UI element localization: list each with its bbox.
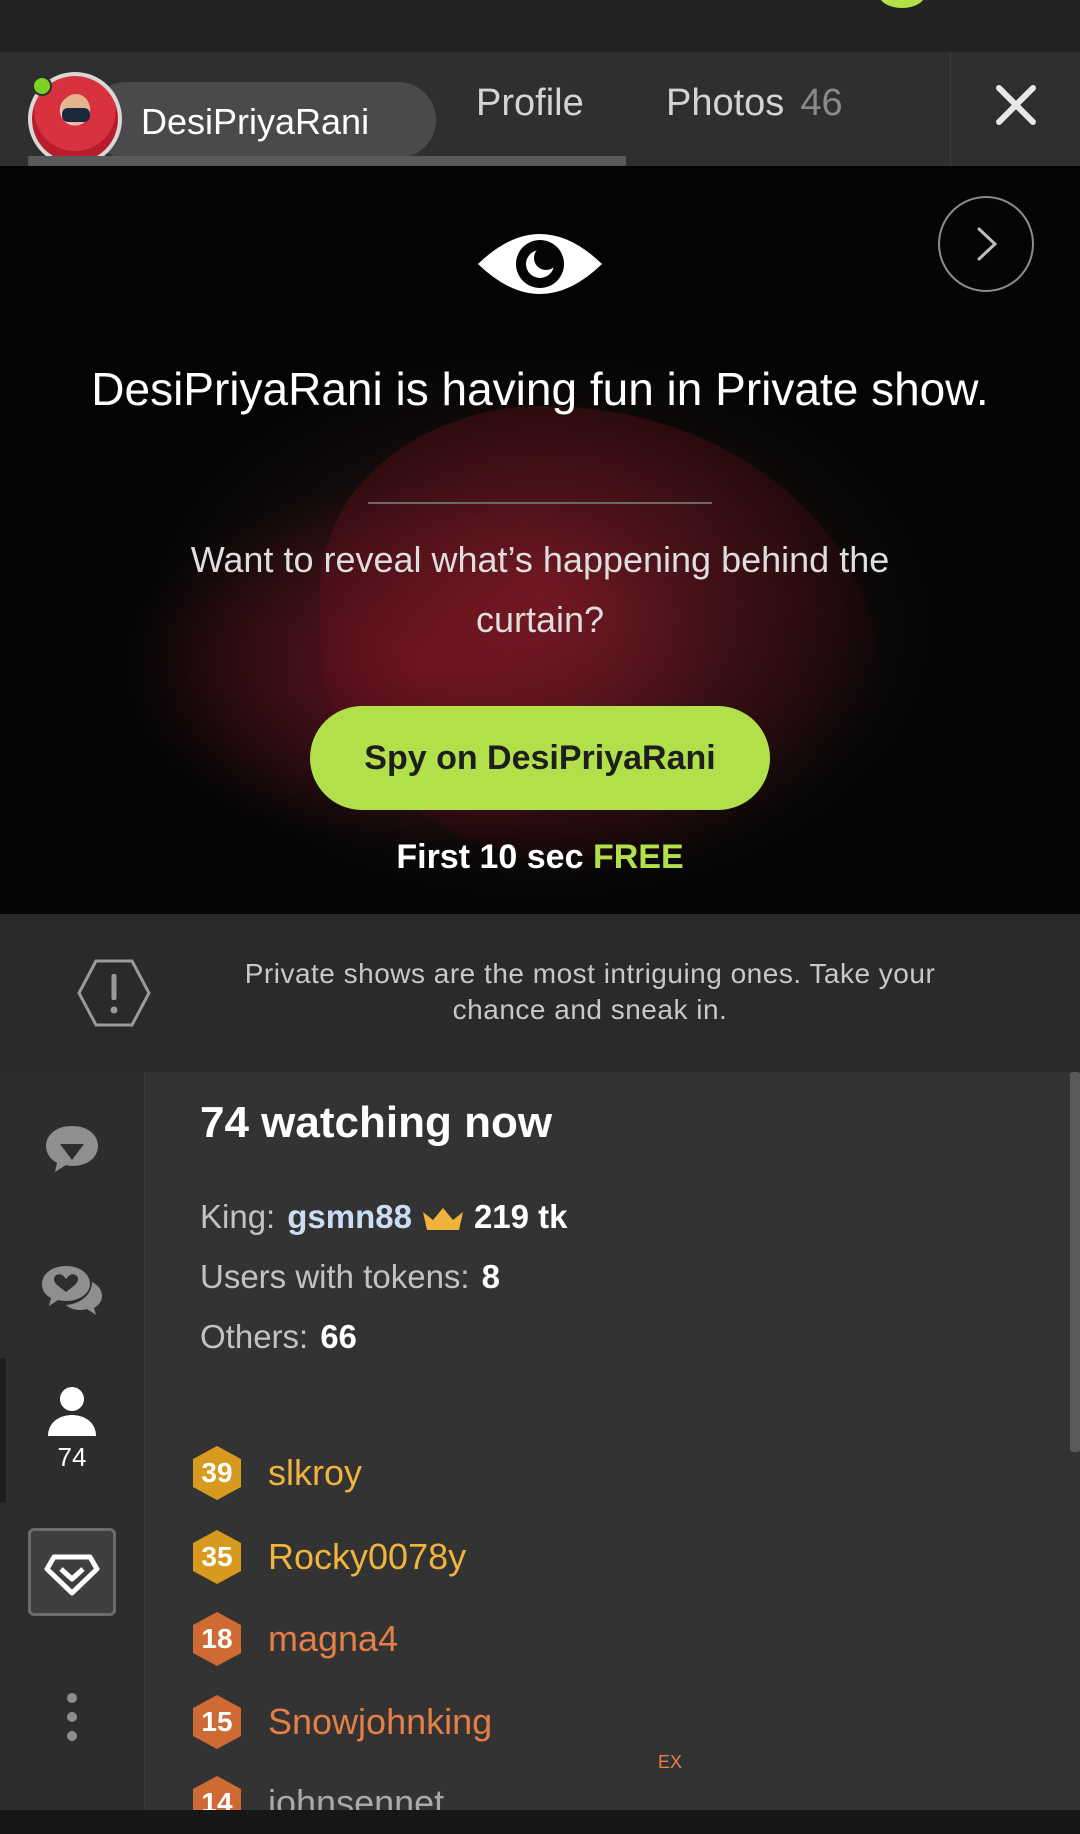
status-strip	[0, 0, 1080, 53]
tab-photos-count: 46	[800, 82, 843, 124]
hero-divider	[368, 502, 712, 504]
username: Rocky0078y	[268, 1536, 467, 1577]
model-header: DesiPriyaRani Profile Photos 46	[0, 52, 1080, 166]
private-show-notice: Private shows are the most intriguing on…	[0, 914, 1080, 1072]
level-number: 39	[201, 1457, 233, 1488]
sidebar-item-private-chat[interactable]	[40, 1262, 104, 1318]
others-label: Others:	[200, 1318, 309, 1355]
others-row: Others: 66	[200, 1318, 357, 1356]
viewer-count: 74	[57, 1442, 87, 1472]
sidebar-item-chat[interactable]	[40, 1120, 104, 1176]
next-model-button[interactable]	[938, 196, 1034, 292]
model-name: DesiPriyaRani	[141, 101, 370, 142]
king-row: King: gsmn88 219 tk	[200, 1198, 568, 1236]
tab-photos-label: Photos	[666, 82, 785, 124]
ex-tag: EX	[658, 1752, 683, 1772]
online-status-dot	[32, 76, 52, 96]
avatar-mask	[62, 108, 90, 122]
king-tokens: 219 tk	[473, 1198, 568, 1235]
sidebar-item-diamond[interactable]	[28, 1528, 116, 1616]
sidebar: 74	[0, 1072, 145, 1810]
chat-icon	[46, 1126, 98, 1172]
tab-photos[interactable]: Photos 46	[666, 82, 843, 125]
free-trial-badge: FREE	[592, 838, 684, 876]
king-username[interactable]: gsmn88	[287, 1198, 412, 1235]
private-show-title: DesiPriyaRani is having fun in Private s…	[91, 363, 989, 415]
username: slkroy	[268, 1452, 363, 1493]
notice-text: Private shows are the most intriguing on…	[244, 958, 936, 1025]
more-vertical-icon[interactable]	[62, 1690, 82, 1744]
sidebar-active-indicator	[0, 1358, 6, 1502]
viewers-panel: 74 74 watching now King: gsmn88 219 tk Use…	[0, 1072, 1080, 1830]
sidebar-item-users[interactable]	[40, 1384, 104, 1440]
watching-count-title: 74 watching now	[200, 1098, 553, 1147]
tab-scroll-indicator	[28, 156, 626, 166]
level-number: 18	[201, 1623, 233, 1654]
free-trial-note: First 10 sec FREE	[0, 838, 1080, 877]
private-chat-icon	[42, 1266, 102, 1315]
scrollbar[interactable]	[1070, 1072, 1080, 1452]
status-indicator	[878, 0, 926, 8]
username: Snowjohnking	[268, 1701, 493, 1742]
diamond-icon	[44, 1554, 100, 1596]
tab-profile[interactable]: Profile	[476, 82, 584, 125]
crown-icon	[422, 1208, 463, 1231]
king-label: King:	[200, 1198, 276, 1235]
alert-hexagon-icon	[77, 959, 151, 1027]
others-value: 66	[320, 1318, 357, 1355]
users-with-tokens-label: Users with tokens:	[200, 1258, 470, 1295]
chevron-right-icon	[977, 227, 998, 261]
users-with-tokens-value: 8	[481, 1258, 500, 1295]
eye-icon	[478, 234, 602, 294]
close-button[interactable]	[950, 52, 1080, 166]
private-show-hero: DesiPriyaRani is having fun in Private s…	[0, 166, 1080, 914]
users-with-tokens-row: Users with tokens: 8	[200, 1258, 500, 1296]
username: magna4	[268, 1618, 399, 1659]
private-show-subtitle: Want to reveal what’s happening behind t…	[190, 539, 890, 640]
level-number: 35	[201, 1541, 233, 1572]
level-number: 15	[201, 1706, 233, 1737]
bottom-bar	[0, 1810, 1080, 1832]
model-chip[interactable]: DesiPriyaRani	[28, 72, 436, 166]
user-icon	[48, 1387, 96, 1436]
free-trial-prefix: First 10 sec	[396, 838, 584, 876]
spy-button[interactable]: Spy on DesiPriyaRani	[310, 706, 770, 810]
close-icon	[996, 85, 1036, 125]
